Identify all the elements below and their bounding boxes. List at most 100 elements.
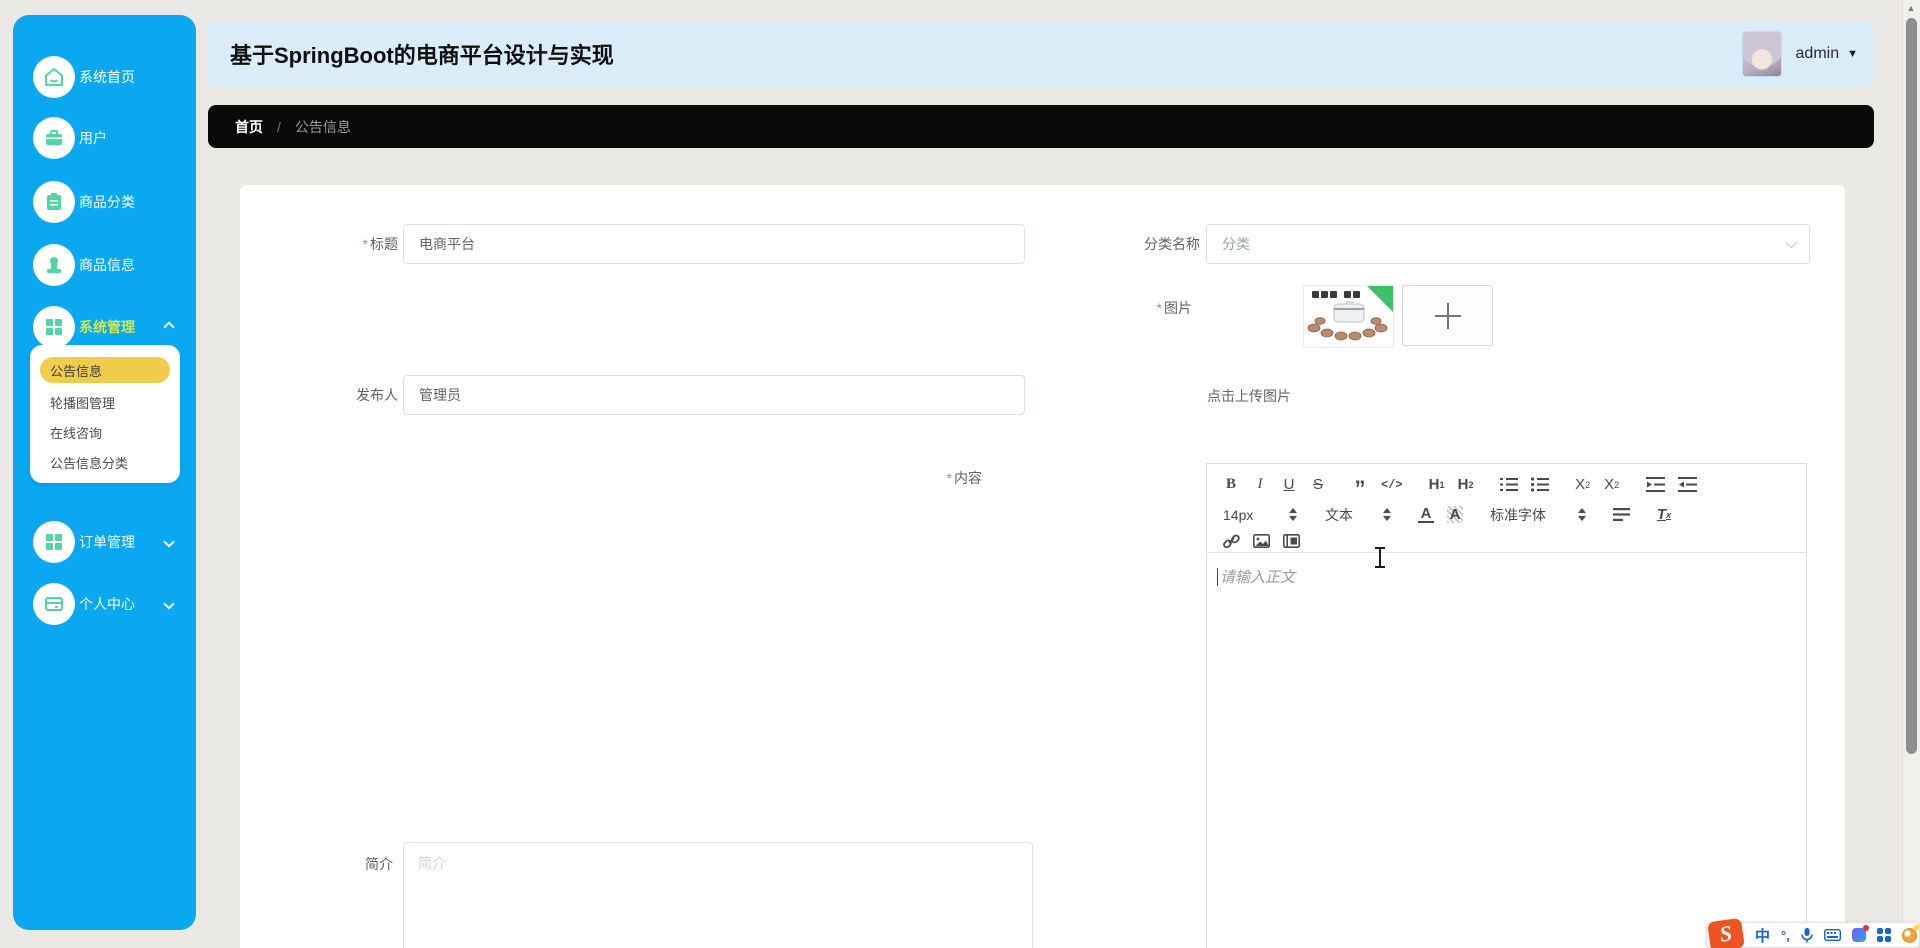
plus-icon [1446,302,1449,329]
ibeam-cursor [1374,547,1386,568]
microphone-icon[interactable] [1801,927,1813,943]
indent-icon[interactable] [1677,477,1697,492]
grid-icon [33,521,75,563]
submenu-item-announcement[interactable]: 公告信息 [40,357,170,383]
editor-toolbar: B I U S ” </> H1 H2 X2 X2 14px 文本 A A 标准… [1207,464,1806,553]
breadcrumb: 首页 / 公告信息 [208,105,1874,148]
publisher-input[interactable] [403,375,1025,415]
screen: 系统首页 用户 商品分类 商品信息 系统管理 公告信息 轮播图管理 在线咨询 公… [0,0,1920,948]
user-menu[interactable]: admin ▼ [1741,31,1858,77]
required-asterisk: * [1156,300,1162,316]
submenu-item-label: 公告信息 [50,363,103,379]
heading2-button[interactable]: H2 [1458,476,1474,493]
upload-image-button[interactable] [1402,285,1493,346]
intro-label: 简介 [365,856,393,872]
sidebar-item-label: 用户 [79,130,107,146]
sidebar-item-product-category[interactable]: 商品分类 [13,180,196,224]
chevron-up-icon [163,321,175,333]
header: 基于SpringBoot的电商平台设计与实现 admin ▼ [208,21,1874,87]
sidebar-submenu: 公告信息 轮播图管理 在线咨询 公告信息分类 [30,345,180,483]
spinner-arrows-icon [1289,508,1297,521]
sidebar: 系统首页 用户 商品分类 商品信息 系统管理 公告信息 轮播图管理 在线咨询 公… [13,15,196,930]
sidebar-item-system-mgmt[interactable]: 系统管理 [13,305,196,349]
submenu-item-carousel[interactable]: 轮播图管理 [50,393,115,412]
ime-skin-icon[interactable] [1851,925,1869,942]
sidebar-item-label: 订单管理 [79,534,135,550]
scrollbar-up-arrow[interactable]: ▲ [1905,3,1917,13]
clear-format-button[interactable]: Tx [1656,506,1672,523]
video-icon[interactable] [1283,534,1300,548]
ime-emoji-icon[interactable] [1901,927,1917,943]
text-type-select[interactable]: 文本 [1325,505,1391,525]
breadcrumb-home[interactable]: 首页 [235,117,263,137]
superscript-button[interactable]: X2 [1604,476,1620,493]
bold-button[interactable]: B [1223,476,1239,493]
submenu-item-online-consult[interactable]: 在线咨询 [50,423,102,442]
spinner-arrows-icon [1383,508,1391,521]
rich-text-editor: B I U S ” </> H1 H2 X2 X2 14px 文本 A A 标准… [1206,463,1807,948]
user-icon [33,244,75,286]
submenu-item-announcement-category[interactable]: 公告信息分类 [50,453,128,472]
upload-hint: 点击上传图片 [1207,388,1291,404]
sidebar-item-personal-center[interactable]: 个人中心 [13,582,196,626]
ime-punctuation-toggle[interactable]: °, [1781,928,1790,943]
strikethrough-button[interactable]: S [1310,476,1326,493]
italic-button[interactable]: I [1252,476,1268,493]
sidebar-item-label: 个人中心 [79,596,135,612]
outdent-icon[interactable] [1645,477,1665,492]
corner-ribbon [1367,286,1393,312]
align-icon[interactable] [1613,508,1630,521]
sidebar-item-order-mgmt[interactable]: 订单管理 [13,520,196,564]
breadcrumb-separator: / [277,118,281,135]
scrollbar-thumb[interactable] [1906,18,1917,754]
grid-icon [33,306,75,348]
ime-toolbox-icon[interactable] [1876,928,1891,942]
font-size-select[interactable]: 14px [1223,507,1297,523]
chevron-down-icon [163,598,175,610]
sogou-logo-icon[interactable]: S [1707,917,1745,948]
category-select[interactable]: 分类 [1206,224,1810,264]
code-button[interactable]: </> [1381,478,1403,492]
underline-button[interactable]: U [1281,476,1297,493]
unordered-list-icon[interactable] [1530,477,1549,492]
image-label: * 图片 [1156,300,1192,316]
breadcrumb-current: 公告信息 [294,118,351,135]
briefcase-icon [33,117,75,159]
wallet-icon [33,583,75,625]
form-card: *标题 分类名称 分类 *图片 [240,185,1845,948]
editor-body[interactable]: 请输入正文 [1207,554,1806,948]
uploaded-image-thumbnail[interactable] [1303,285,1394,348]
ordered-list-icon[interactable] [1499,477,1518,492]
subscript-button[interactable]: X2 [1575,476,1591,493]
intro-textarea[interactable] [403,842,1033,948]
chevron-down-icon [163,536,175,548]
sidebar-item-product-info[interactable]: 商品信息 [13,243,196,287]
heading1-button[interactable]: H1 [1429,476,1445,493]
sidebar-item-users[interactable]: 用户 [13,116,196,160]
image-icon[interactable] [1253,534,1270,548]
editor-placeholder: 请输入正文 [1220,569,1296,586]
keyboard-icon[interactable] [1823,929,1841,941]
ime-toolbar: S 中 °, [1706,917,1920,948]
user-dropdown-caret-icon[interactable]: ▼ [1847,48,1858,60]
home-icon [33,56,75,98]
username: admin [1795,45,1840,62]
sidebar-item-label: 商品分类 [79,194,135,210]
page-title: 基于SpringBoot的电商平台设计与实现 [230,43,614,68]
link-icon[interactable] [1223,534,1240,549]
category-select-value: 分类 [1222,236,1250,252]
avatar[interactable] [1741,31,1782,77]
sidebar-item-label: 系统首页 [79,69,135,85]
title-input[interactable] [403,224,1025,264]
bg-color-button[interactable]: A [1447,506,1463,523]
font-color-button[interactable]: A [1418,506,1434,523]
required-asterisk: * [946,470,952,486]
blockquote-button[interactable]: ” [1352,476,1368,499]
font-family-select[interactable]: 标准字体 [1490,505,1586,525]
title-label: * 标题 [362,236,398,252]
category-label: 分类名称 [1144,236,1200,252]
sidebar-item-home[interactable]: 系统首页 [13,55,196,99]
ime-language-toggle[interactable]: 中 [1755,925,1770,946]
publisher-label: 发布人 [356,387,398,403]
content-label: * 内容 [946,470,982,486]
